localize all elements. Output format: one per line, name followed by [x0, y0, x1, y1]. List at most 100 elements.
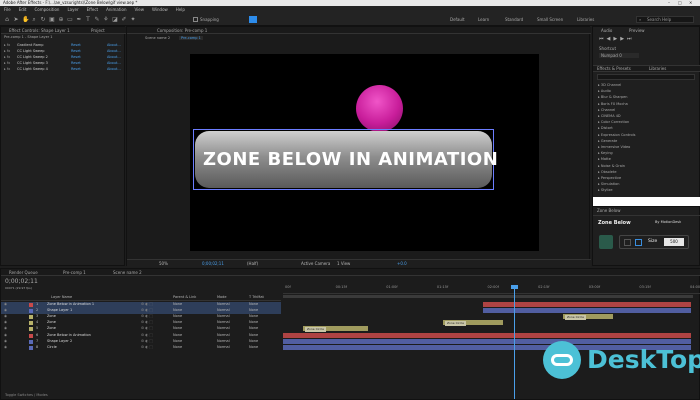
mode-dropdown[interactable]: Normal: [217, 333, 230, 338]
effects-category[interactable]: ▸ 3D Channel: [598, 83, 621, 88]
label-color-swatch[interactable]: [29, 321, 33, 326]
effects-category[interactable]: ▸ Distort: [598, 126, 613, 131]
workspace-learn[interactable]: Learn: [478, 17, 489, 22]
visibility-icon[interactable]: ◉: [4, 302, 7, 307]
breadcrumb-scene[interactable]: Scene name 2: [145, 36, 170, 40]
workspace-standard[interactable]: Standard: [505, 17, 523, 22]
parent-dropdown[interactable]: None: [173, 339, 182, 344]
switches-icon[interactable]: ⚙ ◐ ⬚: [141, 308, 153, 313]
table-row[interactable]: ◉ 3 Zone ⚙ ◐ ⬚ None Normal None: [1, 314, 281, 320]
table-row[interactable]: ◉ 6 Zone Below in Animation ⚙ ◐ ⬚ None N…: [1, 333, 281, 339]
parent-dropdown[interactable]: None: [173, 320, 182, 325]
visibility-icon[interactable]: ◉: [4, 320, 7, 325]
switches-icon[interactable]: ⚙ ◐ ⬚: [141, 345, 153, 350]
effects-category[interactable]: ▸ Color Correction: [598, 120, 629, 125]
parent-dropdown[interactable]: None: [173, 314, 182, 319]
composition-canvas[interactable]: ZONE BELOW IN ANIMATION: [190, 54, 539, 251]
workspace-libraries[interactable]: Libraries: [577, 17, 594, 22]
trkmat-dropdown[interactable]: None: [249, 339, 258, 344]
layer-duration-bar[interactable]: [283, 332, 691, 338]
parent-dropdown[interactable]: None: [173, 308, 182, 313]
tab-effect-controls[interactable]: Effect Controls: Shape Layer 1: [9, 28, 70, 33]
puppet-tool-icon[interactable]: ✦: [130, 17, 136, 23]
visibility-icon[interactable]: ◉: [4, 308, 7, 313]
effect-reset-link[interactable]: Reset: [71, 61, 81, 66]
visibility-icon[interactable]: ◉: [4, 326, 7, 331]
fx-toggle-icon[interactable]: ▸ fx: [4, 55, 10, 60]
trkmat-dropdown[interactable]: None: [249, 314, 258, 319]
effect-name[interactable]: CC Light Sweep 3: [17, 61, 48, 66]
tab-project[interactable]: Project: [91, 28, 105, 33]
layer-duration-bar[interactable]: Zone Circle: [303, 326, 368, 332]
effects-category[interactable]: ▸ Matte: [598, 157, 611, 162]
col-parent[interactable]: Parent & Link: [173, 295, 196, 300]
effect-name[interactable]: CC Light Sweep 2: [17, 55, 48, 60]
label-color-swatch[interactable]: [29, 327, 33, 332]
selection-tool-icon[interactable]: ➤: [13, 17, 19, 23]
view-dropdown[interactable]: 1 View: [337, 261, 350, 267]
effects-category[interactable]: ▸ Obsolete: [598, 170, 616, 175]
col-mode[interactable]: Mode: [217, 295, 227, 300]
table-row[interactable]: ◉ 4 Zone ⚙ ◐ ⬚ None Normal None: [1, 320, 281, 326]
option-square-selected-icon[interactable]: [635, 239, 642, 246]
layer-duration-bar[interactable]: Zone Circle: [443, 320, 503, 326]
mode-dropdown[interactable]: Normal: [217, 314, 230, 319]
switches-icon[interactable]: ⚙ ◐ ⬚: [141, 339, 153, 344]
snapping-checkbox[interactable]: [193, 17, 198, 22]
col-trkmat[interactable]: T TrkMat: [249, 295, 264, 300]
mode-dropdown[interactable]: Normal: [217, 302, 230, 307]
visibility-icon[interactable]: ◉: [4, 345, 7, 350]
zoom-tool-icon[interactable]: ⌕: [31, 17, 37, 23]
table-row[interactable]: ◉ 7 Shape Layer 2 ⚙ ◐ ⬚ None Normal None: [1, 339, 281, 345]
rotate-tool-icon[interactable]: ↻: [40, 17, 46, 23]
layer-name[interactable]: Zone: [47, 320, 56, 325]
align-icon[interactable]: [249, 16, 257, 23]
effects-category[interactable]: ▸ Keying: [598, 151, 613, 156]
visibility-icon[interactable]: ◉: [4, 339, 7, 344]
label-color-swatch[interactable]: [29, 303, 33, 307]
mode-dropdown[interactable]: Normal: [217, 345, 230, 350]
toggle-switches[interactable]: Toggle Switches / Modes: [5, 393, 48, 398]
shortcut-dropdown[interactable]: Numpad 0: [599, 53, 639, 58]
menu-animation[interactable]: Animation: [106, 7, 126, 13]
tab-scene-timeline[interactable]: Scene name 2: [113, 270, 142, 275]
tab-precomp-timeline[interactable]: Pre-comp 1: [63, 270, 86, 275]
fx-toggle-icon[interactable]: ▸ fx: [4, 49, 10, 54]
pen-tool-icon[interactable]: ✒: [76, 17, 82, 23]
tab-libraries[interactable]: Libraries: [649, 66, 666, 71]
parent-dropdown[interactable]: None: [173, 333, 182, 338]
effects-search-input[interactable]: [597, 74, 695, 80]
switches-icon[interactable]: ⚙ ◐ ⬚: [141, 314, 153, 319]
tab-effects-presets[interactable]: Effects & Presets: [597, 66, 631, 71]
fx-toggle-icon[interactable]: ▸ fx: [4, 67, 10, 72]
effect-about-link[interactable]: About...: [107, 67, 121, 72]
label-color-swatch[interactable]: [29, 345, 33, 350]
switches-icon[interactable]: ⚙ ◐ ⬚: [141, 326, 153, 331]
trkmat-dropdown[interactable]: None: [249, 333, 258, 338]
workspace-small-screen[interactable]: Small Screen: [537, 17, 563, 22]
tab-render-queue[interactable]: Render Queue: [9, 270, 38, 275]
effects-category[interactable]: ▸ Boris FX Mocha: [598, 102, 628, 107]
menu-edit[interactable]: Edit: [19, 7, 27, 13]
effect-about-link[interactable]: About...: [107, 61, 121, 66]
effect-reset-link[interactable]: Reset: [71, 49, 81, 54]
layer-name[interactable]: Shape Layer 1: [47, 308, 72, 313]
layer-name[interactable]: Zone Below in Animation 1: [47, 302, 94, 307]
fx-toggle-icon[interactable]: ▸ fx: [4, 61, 10, 66]
trkmat-dropdown[interactable]: None: [249, 345, 258, 350]
clone-tool-icon[interactable]: ⚘: [103, 17, 109, 23]
mode-dropdown[interactable]: Normal: [217, 326, 230, 331]
parent-dropdown[interactable]: None: [173, 326, 182, 331]
time-ruler[interactable]: 00f 00:15f 01:00f 01:15f 02:00f 02:15f 03:00f 0…: [283, 284, 700, 294]
effects-category[interactable]: ▸ Blur & Sharpen: [598, 95, 627, 100]
effect-about-link[interactable]: About...: [107, 43, 121, 48]
table-row[interactable]: ◉ 5 Zone ⚙ ◐ ⬚ None Normal None: [1, 326, 281, 332]
effect-about-link[interactable]: About...: [107, 55, 121, 60]
timeline-timecode[interactable]: 0;00;02;11: [5, 278, 38, 285]
effects-category[interactable]: ▸ Generate: [598, 139, 617, 144]
label-color-swatch[interactable]: [29, 339, 33, 344]
option-square-icon[interactable]: [624, 239, 631, 246]
table-row[interactable]: ◉ 2 Shape Layer 1 ⚙ ◐ ⬚ None Normal None: [1, 308, 281, 314]
table-row[interactable]: ◉ 1 Zone Below in Animation 1 ⚙ ◐ ⬚ None…: [1, 302, 281, 308]
mode-dropdown[interactable]: Normal: [217, 308, 230, 313]
